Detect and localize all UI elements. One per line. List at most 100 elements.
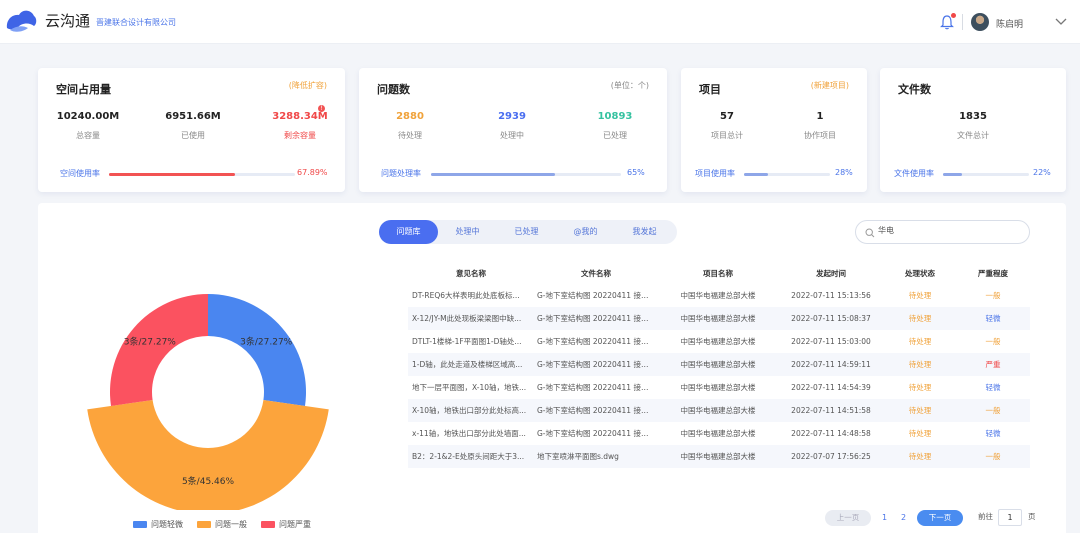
space-usage-bar: 空间使用率 67.89% [60,168,328,180]
app-name: 云沟通 [45,12,91,30]
legend-item[interactable]: 问题严重 [261,519,311,530]
start-time-cell: 2022-07-07 17:56:25 [778,445,884,468]
start-time-cell: 2022-07-11 14:51:58 [778,399,884,422]
progress-fill [744,173,769,176]
severity-cell: 轻微 [985,383,1001,392]
status-cell: 待处理 [884,445,956,468]
donut-slice[interactable] [87,399,329,510]
card-title: 空间占用量 [56,83,111,96]
tab-processed[interactable]: 已处理 [497,220,556,244]
progress-fill [943,173,962,176]
processing-stat: 2939 处理中 [498,111,526,140]
column-header[interactable]: 发起时间 [778,262,884,284]
expand-capacity-link[interactable]: (降低扩容) [289,80,327,91]
column-header[interactable]: 严重程度 [956,262,1030,284]
progress-track [109,173,295,176]
tab-mentioned[interactable]: @我的 [556,220,615,244]
goto-unit: 页 [1028,512,1036,521]
table-row[interactable]: x-11轴，地铁出口部分此处墙面... G-地下室结构图 20220411 接地.… [408,422,1030,445]
search-input[interactable] [878,226,1023,235]
status-cell: 待处理 [908,337,932,346]
severity-cell: 轻微 [956,307,1030,330]
bar-percent: 28% [835,168,853,177]
severity-cell: 一般 [985,291,1001,300]
status-cell: 待处理 [884,399,956,422]
opinion-name-cell: 地下一层平面图，X-10轴，地铁... [412,383,527,392]
legend-item[interactable]: 问题一般 [197,519,247,530]
severity-donut-chart: 3条/27.27% 5条/45.46% 3条/27.27% [87,294,329,510]
project-name-cell: 中国华电福建总部大楼 [658,353,778,376]
table-row[interactable]: X-12/JY-M此处现板梁梁图中缺... G-地下室结构图 20220411 接… [408,307,1030,330]
table-row[interactable]: 1-D轴，此处走道及楼梯区域高... G-地下室结构图 20220411 接地..… [408,353,1030,376]
bar-label: 文件使用率 [894,169,934,178]
bar-percent: 22% [1033,168,1051,177]
slice-data-label: 3条/27.27% [124,336,177,348]
bar-label: 问题处理率 [381,169,421,178]
unit-note: (单位：个) [610,81,649,90]
remaining-capacity-stat: 3288.34M 剩余容量 [272,111,328,140]
tab-initiated[interactable]: 我发起 [615,220,674,244]
severity-cell: 严重 [956,353,1030,376]
file-name-cell: G-地下室结构图 20220411 接地... [534,353,658,376]
status-cell: 待处理 [908,429,932,438]
table-header-row: 意见名称 文件名称 项目名称 发起时间 处理状态 严重程度 [408,262,1030,284]
chart-legend: 问题轻微 问题一般 问题严重 [133,519,311,530]
table-row[interactable]: 地下一层平面图，X-10轴，地铁... G-地下室结构图 20220411 接地.… [408,376,1030,399]
progress-fill [109,173,236,176]
avatar[interactable] [971,13,989,31]
page-number[interactable]: 2 [901,510,906,526]
file-name-cell: G-地下室结构图 20220411 接地... [534,307,658,330]
issue-rate-bar: 问题处理率 65% [381,168,647,180]
opinion-name-cell: X-12/JY-M此处现板梁梁图中缺... [408,307,534,330]
opinion-name-cell: DTLT-1楼梯-1F平面图1-D轴处... [412,337,522,346]
status-tabs: 问题库 处理中 已处理 @我的 我发起 [379,220,677,244]
project-name-cell: 中国华电福建总部大楼 [680,383,756,392]
tab-issue-library[interactable]: 问题库 [379,220,438,244]
start-time-cell: 2022-07-11 14:54:39 [791,383,871,392]
table-row[interactable]: DT-REQ6大样表明此处底板标... G-地下室结构图 20220411 接地.… [408,284,1030,307]
tab-processing[interactable]: 处理中 [438,220,497,244]
file-total-stat: 1835 文件总计 [957,111,989,140]
column-header[interactable]: 处理状态 [884,262,956,284]
file-name-cell: G-地下室结构图 20220411 接地... [537,429,656,438]
donut-slice[interactable] [110,294,208,406]
card-title: 项目 [699,83,721,96]
table-row[interactable]: DTLT-1楼梯-1F平面图1-D轴处... G-地下室结构图 20220411 … [408,330,1030,353]
prev-page-button[interactable]: 上一页 [825,510,871,526]
new-project-link[interactable]: (新建项目) [811,80,849,91]
column-header[interactable]: 文件名称 [534,262,658,284]
done-stat: 10893 已处理 [597,111,633,140]
donut-slice[interactable] [208,294,306,406]
opinion-name-cell: B2：2-1&2-E处原头间距大于3... [408,445,534,468]
page-number[interactable]: 1 [882,510,887,526]
username[interactable]: 陈启明 [996,17,1023,30]
legend-item[interactable]: 问题轻微 [133,519,183,530]
column-header[interactable]: 项目名称 [658,262,778,284]
project-name-cell: 中国华电福建总部大楼 [680,429,756,438]
opinion-name-cell: x-11轴，地铁出口部分此处墙面... [412,429,526,438]
project-total-stat: 57 项目总计 [711,111,743,140]
goto-label: 前往 [978,512,993,521]
card-title: 问题数 [377,83,410,96]
project-name-cell: 中国华电福建总部大楼 [680,291,756,300]
table-row[interactable]: X-10轴，地铁出口部分此处标高... G-地下室结构图 20220411 接地.… [408,399,1030,422]
column-header[interactable]: 意见名称 [408,262,534,284]
project-name-cell: 中国华电福建总部大楼 [658,307,778,330]
status-cell: 待处理 [908,383,932,392]
slice-data-label: 3条/27.27% [240,336,293,348]
next-page-button[interactable]: 下一页 [917,510,963,526]
table-row[interactable]: B2：2-1&2-E处原头间距大于3... 地下室喷淋平面图s.dwg 中国华电福建… [408,445,1030,468]
search-box [855,220,1030,244]
goto-page-input[interactable] [998,509,1022,526]
bar-percent: 65% [627,168,645,177]
severity-cell: 一般 [956,445,1030,468]
cloud-logo-icon [6,10,37,32]
header-divider [962,14,963,30]
opinion-name-cell: X-10轴，地铁出口部分此处标高... [408,399,534,422]
file-name-cell: G-地下室结构图 20220411 接地... [537,337,656,346]
chevron-down-icon[interactable] [1054,14,1068,28]
warning-badge-icon: ! [318,105,325,112]
progress-track [943,173,1029,176]
severity-cell: 一般 [985,337,1001,346]
start-time-cell: 2022-07-11 15:03:00 [791,337,871,346]
